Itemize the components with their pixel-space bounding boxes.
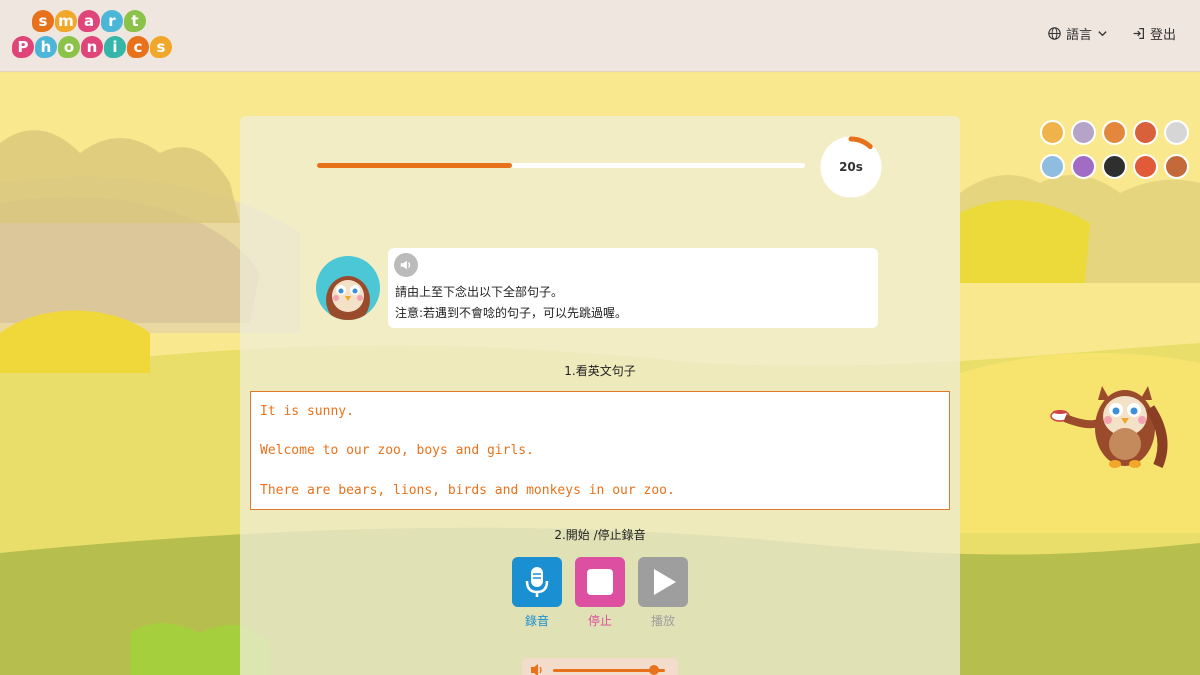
volume-slider-handle[interactable] bbox=[648, 665, 659, 675]
logo-letter: o bbox=[58, 36, 80, 58]
play-label: 播放 bbox=[650, 614, 675, 628]
volume-control[interactable] bbox=[522, 658, 678, 675]
step2-title: 2.開始 /停止錄音 bbox=[554, 528, 646, 542]
logo-letter: h bbox=[35, 36, 57, 58]
owl-icon[interactable] bbox=[1164, 154, 1189, 179]
toucan-icon[interactable] bbox=[1102, 154, 1127, 179]
penguin-icon[interactable] bbox=[1164, 120, 1189, 145]
owl-mascot-illustration bbox=[1050, 386, 1168, 468]
speaker-icon bbox=[400, 260, 411, 270]
logo-letter: s bbox=[150, 36, 172, 58]
sentence-box: It is sunny. Welcome to our zoo, boys an… bbox=[250, 391, 950, 510]
octopus-icon[interactable] bbox=[1071, 154, 1096, 179]
stop-icon bbox=[587, 569, 613, 595]
logout-button[interactable]: 登出 bbox=[1132, 24, 1176, 43]
logo-letter: s bbox=[32, 10, 54, 32]
language-menu-button[interactable]: 語言 bbox=[1048, 24, 1108, 43]
stop-label: 停止 bbox=[587, 614, 612, 628]
smart-phonics-logo[interactable]: smart Phonics bbox=[10, 8, 180, 64]
play-button[interactable] bbox=[638, 557, 688, 607]
volume-icon bbox=[531, 664, 542, 675]
countdown-timer: 20s bbox=[819, 135, 883, 199]
stop-button[interactable] bbox=[575, 557, 625, 607]
sentence-item: Welcome to our zoo, boys and girls. bbox=[260, 443, 534, 458]
sentence-item: There are bears, lions, birds and monkey… bbox=[260, 483, 675, 498]
timer-text: 20s bbox=[839, 160, 863, 174]
language-label: 語言 bbox=[1065, 28, 1092, 43]
microphone-icon bbox=[525, 567, 549, 597]
fox-icon[interactable] bbox=[1133, 120, 1158, 145]
play-instruction-button[interactable] bbox=[394, 253, 418, 277]
logo-letter: r bbox=[101, 10, 123, 32]
logo-letter: i bbox=[104, 36, 126, 58]
parrot-icon[interactable] bbox=[1133, 154, 1158, 179]
lion-icon[interactable] bbox=[1040, 120, 1065, 145]
owl-teacher-avatar bbox=[316, 256, 380, 320]
play-icon bbox=[654, 569, 676, 595]
chevron-down-icon bbox=[1098, 31, 1107, 37]
squirrel-icon[interactable] bbox=[1102, 120, 1127, 145]
logo-letter: n bbox=[81, 36, 103, 58]
exercise-progress-bar bbox=[317, 163, 805, 168]
elephant-icon[interactable] bbox=[1040, 154, 1065, 179]
logo-letter: t bbox=[124, 10, 146, 32]
instruction-line-2: 注意:若遇到不會唸的句子，可以先跳過喔。 bbox=[395, 306, 628, 320]
record-button[interactable] bbox=[512, 557, 562, 607]
step1-title: 1.看英文句子 bbox=[564, 364, 636, 378]
logout-icon bbox=[1133, 28, 1144, 39]
instruction-line-1: 請由上至下念出以下全部句子。 bbox=[395, 285, 564, 299]
top-bar: smart Phonics 語言 登出 bbox=[0, 0, 1200, 72]
logo-letter: P bbox=[12, 36, 34, 58]
record-label: 錄音 bbox=[524, 614, 549, 628]
logo-letter: a bbox=[78, 10, 100, 32]
logout-label: 登出 bbox=[1149, 28, 1176, 43]
hippo-icon[interactable] bbox=[1071, 120, 1096, 145]
logo-letter: m bbox=[55, 10, 77, 32]
globe-icon bbox=[1048, 27, 1061, 40]
progress-fill bbox=[317, 163, 513, 168]
sentence-item: It is sunny. bbox=[260, 404, 354, 419]
logo-letter: c bbox=[127, 36, 149, 58]
